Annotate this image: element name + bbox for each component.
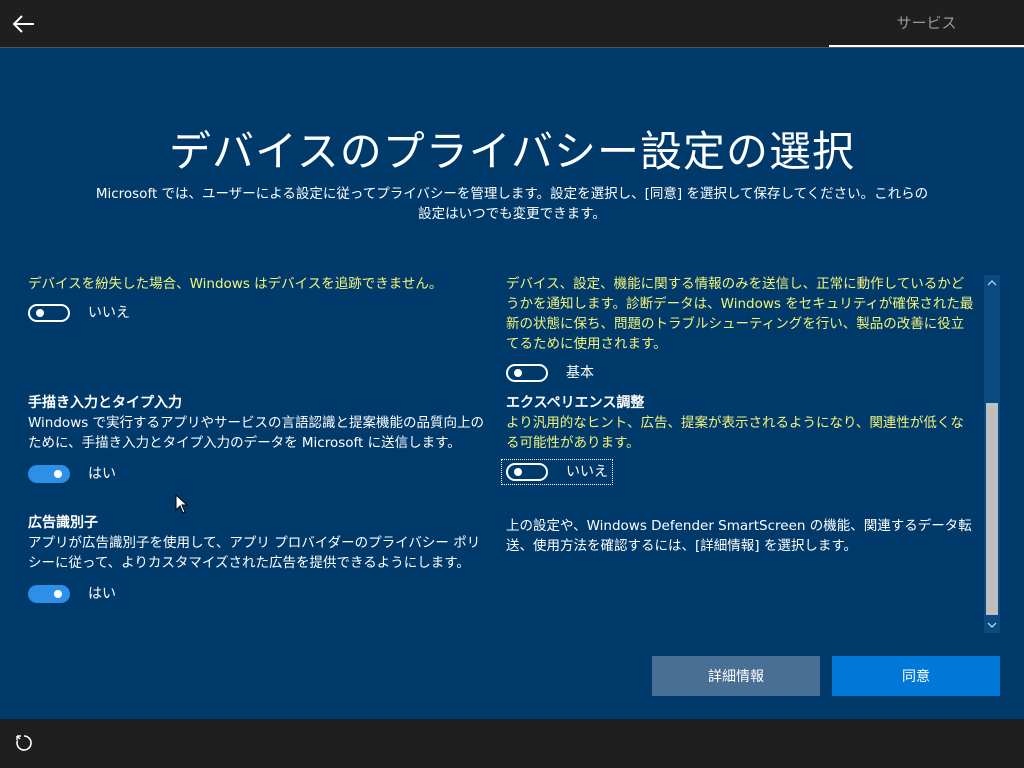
inking-toggle-label: はい bbox=[88, 466, 116, 482]
find-device-toggle-label: いいえ bbox=[88, 305, 130, 321]
advertising-heading: 広告識別子 bbox=[28, 515, 98, 531]
mouse-cursor-icon bbox=[175, 494, 189, 514]
page-title: デバイスのプライバシー設定の選択 bbox=[169, 127, 855, 176]
diagnostics-toggle-label: 基本 bbox=[566, 365, 594, 381]
experience-toggle[interactable] bbox=[506, 463, 548, 481]
experience-toggle-label: いいえ bbox=[566, 464, 608, 480]
advertising-description: アプリが広告識別子を使用して、アプリ プロバイダーのプライバシー ポリシーに従っ… bbox=[28, 535, 481, 571]
inking-section: 手描き入力とタイプ入力 Windows で実行するアプリやサービスの言語認識と提… bbox=[28, 393, 492, 487]
diagnostics-description: デバイス、設定、機能に関する情報のみを送信し、正常に動作しているかどうかを通知し… bbox=[506, 276, 974, 352]
page-subtitle: Microsoft では、ユーザーによる設定に従ってプライバシーを管理します。設… bbox=[40, 184, 984, 224]
experience-section: エクスペリエンス調整 より汎用的なヒント、広告、提案が表示されるようになり、関連… bbox=[501, 393, 974, 485]
details-button[interactable]: 詳細情報 bbox=[652, 656, 820, 696]
tab-services[interactable]: サービス bbox=[829, 0, 1024, 47]
scroll-down-icon[interactable] bbox=[984, 617, 1000, 633]
details-note: 上の設定や、Windows Defender SmartScreen の機能、関… bbox=[506, 518, 972, 554]
inking-description: Windows で実行するアプリやサービスの言語認識と提案機能の品質向上のために… bbox=[28, 415, 485, 451]
scroll-up-icon[interactable] bbox=[984, 275, 1000, 291]
agree-button[interactable]: 同意 bbox=[832, 656, 1000, 696]
ease-of-access-icon[interactable] bbox=[14, 733, 34, 753]
find-device-section: デバイスを紛失した場合、Windows はデバイスを追跡できません。 いいえ bbox=[28, 274, 492, 326]
diagnostics-toggle[interactable] bbox=[506, 364, 548, 382]
advertising-section: 広告識別子 アプリが広告識別子を使用して、アプリ プロバイダーのプライバシー ポ… bbox=[28, 513, 492, 607]
bottom-bar bbox=[0, 719, 1024, 768]
advertising-toggle-label: はい bbox=[88, 586, 116, 602]
subtitle-line-2: 設定はいつでも変更できます。 bbox=[418, 206, 606, 222]
experience-toggle-focus[interactable]: いいえ bbox=[501, 459, 613, 485]
find-device-toggle[interactable] bbox=[28, 304, 70, 322]
inking-toggle[interactable] bbox=[28, 465, 70, 483]
inking-heading: 手描き入力とタイプ入力 bbox=[28, 395, 182, 411]
back-arrow-icon bbox=[13, 15, 34, 33]
subtitle-line-1: Microsoft では、ユーザーによる設定に従ってプライバシーを管理します。設… bbox=[95, 186, 929, 202]
top-bar: サービス bbox=[0, 0, 1024, 48]
diagnostics-section: デバイス、設定、機能に関する情報のみを送信し、正常に動作しているかどうかを通知し… bbox=[506, 274, 974, 386]
scrollbar[interactable] bbox=[984, 275, 1000, 633]
experience-heading: エクスペリエンス調整 bbox=[506, 395, 645, 411]
scroll-thumb[interactable] bbox=[986, 403, 998, 615]
back-button[interactable] bbox=[8, 8, 40, 40]
find-device-description: デバイスを紛失した場合、Windows はデバイスを追跡できません。 bbox=[28, 276, 443, 292]
advertising-toggle[interactable] bbox=[28, 585, 70, 603]
experience-description: より汎用的なヒント、広告、提案が表示されるようになり、関連性が低くなる可能性があ… bbox=[506, 415, 964, 451]
